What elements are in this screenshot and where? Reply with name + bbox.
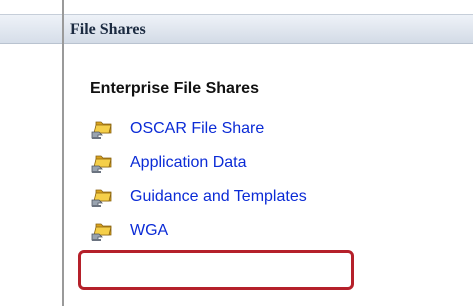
file-share-link[interactable]: WGA (130, 222, 168, 240)
folder-share-icon (90, 219, 114, 243)
file-shares-panel: File Shares Enterprise File Shares OSCAR… (64, 0, 473, 306)
file-share-link[interactable]: Application Data (130, 154, 247, 172)
folder-share-icon (90, 117, 114, 141)
file-share-item-guidance[interactable]: Guidance and Templates (90, 180, 307, 214)
section-title: Enterprise File Shares (90, 80, 259, 97)
folder-share-icon (90, 151, 114, 175)
panel-title: File Shares (70, 21, 146, 38)
file-share-item-application-data[interactable]: Application Data (90, 146, 307, 180)
file-share-link[interactable]: Guidance and Templates (130, 188, 307, 206)
left-panel-header (0, 14, 62, 44)
file-share-list: OSCAR File Share Application Data Guidan… (90, 112, 307, 248)
file-share-item-oscar[interactable]: OSCAR File Share (90, 112, 307, 146)
left-panel (0, 0, 62, 306)
file-share-link[interactable]: OSCAR File Share (130, 120, 264, 138)
file-shares-page: File Shares Enterprise File Shares OSCAR… (0, 0, 473, 306)
folder-share-icon (90, 185, 114, 209)
panel-header: File Shares (64, 14, 473, 44)
file-share-item-wga[interactable]: WGA (90, 214, 307, 248)
